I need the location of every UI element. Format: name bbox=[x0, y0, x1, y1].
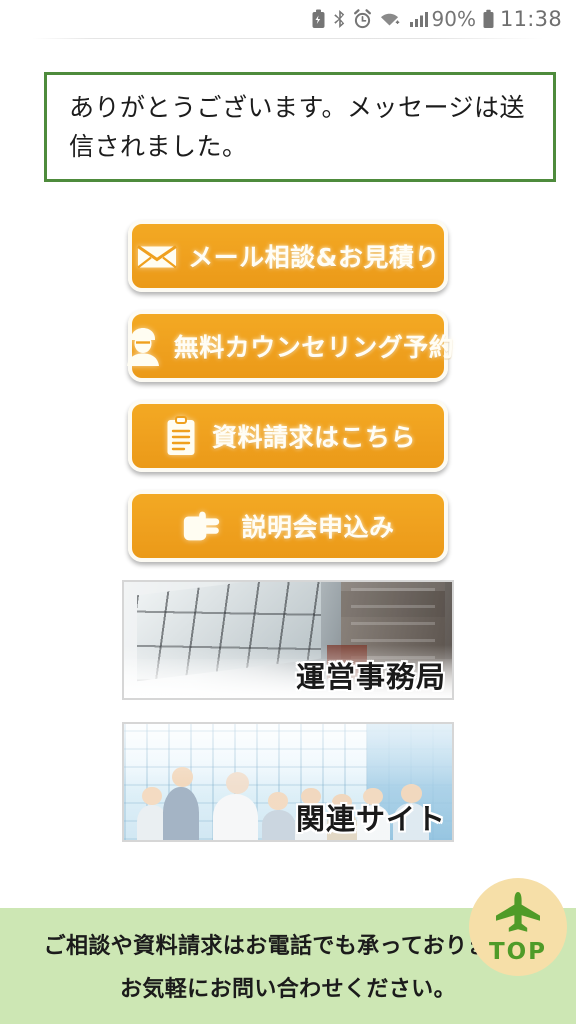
mail-icon bbox=[136, 235, 178, 277]
status-bar: 90% 11:38 bbox=[0, 0, 576, 38]
counselor-icon bbox=[122, 325, 164, 367]
scroll-to-top-label: TOP bbox=[488, 939, 548, 965]
related-sites-banner[interactable]: 関連サイト bbox=[122, 722, 454, 842]
office-banner-caption: 運営事務局 bbox=[295, 660, 446, 694]
header-divider bbox=[32, 38, 544, 39]
battery-percent-label: 90% bbox=[431, 7, 476, 31]
success-message-box: ありがとうございます。メッセージは送信されました。 bbox=[44, 72, 556, 182]
airplane-up-icon bbox=[494, 891, 542, 941]
seminar-signup-label: 説明会申込み bbox=[241, 513, 395, 542]
office-banner[interactable]: 運営事務局 bbox=[122, 580, 454, 700]
cta-button-list: メール相談&お見積り 無料カウンセリング予約 資料請求はこちら 説明会申込み 運… bbox=[0, 220, 576, 864]
battery-icon bbox=[482, 9, 495, 29]
wifi-icon bbox=[379, 9, 402, 29]
footer-line-2: お気軽にお問い合わせください。 bbox=[119, 976, 456, 1002]
clipboard-icon bbox=[160, 415, 202, 457]
signal-icon bbox=[409, 9, 429, 29]
mail-consult-label: メール相談&お見積り bbox=[188, 243, 440, 272]
mail-consult-button[interactable]: メール相談&お見積り bbox=[128, 220, 448, 292]
free-counseling-label: 無料カウンセリング予約 bbox=[173, 333, 455, 362]
related-sites-banner-caption: 関連サイト bbox=[295, 802, 446, 836]
seminar-signup-button[interactable]: 説明会申込み bbox=[128, 490, 448, 562]
phone-screen: 90% 11:38 ありがとうございます。メッセージは送信されました。 メール相… bbox=[0, 0, 576, 1024]
scroll-to-top-button[interactable]: TOP bbox=[469, 878, 567, 976]
pointing-hand-icon bbox=[181, 505, 223, 547]
alarm-icon bbox=[353, 9, 372, 29]
status-icons bbox=[311, 9, 429, 29]
battery-saver-icon bbox=[311, 9, 326, 29]
success-message-text: ありがとうございます。メッセージは送信されました。 bbox=[69, 93, 526, 161]
clock-label: 11:38 bbox=[499, 7, 562, 31]
free-counseling-button[interactable]: 無料カウンセリング予約 bbox=[126, 310, 454, 382]
bluetooth-icon bbox=[333, 9, 346, 29]
brochure-request-label: 資料請求はこちら bbox=[211, 423, 416, 452]
brochure-request-button[interactable]: 資料請求はこちら bbox=[128, 400, 448, 472]
